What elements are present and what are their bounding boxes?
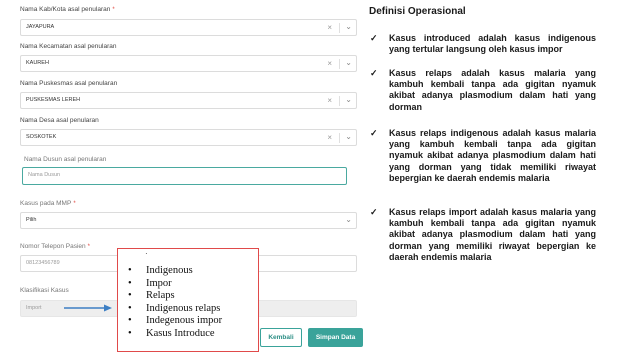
desa-label-text: Nama Desa asal penularan (20, 117, 99, 124)
clear-icon[interactable]: × (327, 23, 332, 32)
option-label: Indigenous (146, 265, 193, 276)
dusun-label: Nama Dusun asal penularan (24, 156, 106, 163)
definition-text: Kasus relaps import adalah kasus malaria… (389, 207, 596, 262)
select-separator (339, 23, 340, 33)
option-label: Indigenous relaps (146, 302, 221, 314)
bullet-icon: • (128, 277, 132, 289)
checkmark-icon: ✓ (370, 128, 378, 138)
phone-placeholder: 08123456789 (26, 260, 60, 266)
kecamatan-label: Nama Kecamatan asal penularan (20, 43, 116, 50)
checkmark-icon: ✓ (370, 207, 378, 217)
puskesmas-select[interactable]: PUSKESMAS LEREH × ⌄ (20, 92, 357, 109)
klasifikasi-label-text: Klasifikasi Kasus (20, 287, 69, 294)
select-separator (339, 59, 340, 69)
required-mark: * (87, 244, 90, 250)
desa-label: Nama Desa asal penularan (20, 117, 99, 124)
klasifikasi-label: Klasifikasi Kasus (20, 287, 69, 294)
chevron-down-icon[interactable]: ⌄ (345, 94, 352, 106)
option-item[interactable]: • Kasus Introduce (128, 328, 222, 341)
option-label: Indegenous impor (146, 315, 223, 326)
dusun-placeholder: Nama Dusun (28, 172, 61, 178)
chevron-down-icon[interactable]: ⌄ (345, 131, 352, 143)
classification-options-list: • Indigenous • Impor • Relaps • Indigenous r… (128, 265, 222, 340)
definition-text: Kasus introduced adalah kasus indigenous… (389, 33, 596, 55)
popup-top-mark: · (145, 249, 148, 258)
bullet-icon: • (128, 265, 132, 276)
option-item[interactable]: • Indigenous relaps (128, 303, 222, 316)
option-item[interactable]: • Relaps (128, 290, 222, 303)
bullet-icon: • (128, 327, 132, 339)
kecamatan-select[interactable]: KAUREH × ⌄ (20, 55, 357, 72)
puskesmas-value: PUSKESMAS LEREH (26, 97, 81, 103)
required-mark: * (73, 201, 76, 207)
puskesmas-label: Nama Puskesmas asal penularan (20, 80, 117, 87)
definitions-title: Definisi Operasional (369, 6, 466, 17)
chevron-down-icon[interactable]: ⌄ (345, 21, 352, 33)
required-mark: * (112, 7, 115, 13)
mmp-label-text: Kasus pada MMP (20, 200, 72, 207)
clear-icon[interactable]: × (327, 96, 332, 105)
chevron-down-icon[interactable]: ⌄ (345, 57, 352, 69)
option-label: Kasus Introduce (146, 327, 215, 339)
save-button[interactable]: Simpan Data (308, 328, 363, 347)
kabkota-label-text: Nama Kab/Kota asal penularan (20, 6, 111, 13)
puskesmas-label-text: Nama Puskesmas asal penularan (20, 80, 118, 87)
arrow-right-icon (64, 304, 112, 312)
bullet-icon: • (128, 302, 132, 314)
classification-options-popup: · • Indigenous • Impor • Relaps • Indigenous… (117, 248, 259, 352)
mmp-value: Pilih (26, 217, 37, 223)
kecamatan-value: KAUREH (26, 60, 49, 66)
option-item[interactable]: • Indigenous (128, 265, 222, 278)
definition-text: Kasus relaps indigenous adalah kasus mal… (389, 128, 596, 183)
checkmark-icon: ✓ (370, 68, 378, 78)
clear-icon[interactable]: × (327, 59, 332, 68)
checkmark-icon: ✓ (370, 33, 378, 43)
bullet-icon: • (128, 290, 132, 301)
option-item[interactable]: • Impor (128, 278, 222, 291)
back-button[interactable]: Kembali (260, 328, 302, 347)
kabkota-label: Nama Kab/Kota asal penularan * (20, 6, 115, 13)
desa-select[interactable]: SOSKOTEK × ⌄ (20, 129, 357, 146)
select-separator (339, 133, 340, 143)
dusun-label-text: Nama Dusun asal penularan (24, 156, 107, 163)
mmp-label: Kasus pada MMP * (20, 200, 76, 207)
select-separator (339, 96, 340, 106)
phone-label-text: Nomor Telepon Pasien (20, 243, 86, 250)
bullet-icon: • (128, 315, 132, 326)
klasifikasi-value: Import (26, 305, 42, 311)
option-item[interactable]: • Indegenous impor (128, 315, 222, 328)
dusun-input[interactable]: Nama Dusun (22, 167, 347, 185)
desa-value: SOSKOTEK (26, 134, 57, 140)
kabkota-value: JAYAPURA (26, 24, 55, 30)
definition-text: Kasus relaps adalah kasus malaria yang k… (389, 68, 596, 112)
definitions-panel: Definisi Operasional ✓ Kasus introduced … (362, 0, 638, 359)
kecamatan-label-text: Nama Kecamatan asal penularan (20, 43, 117, 50)
kabkota-select[interactable]: JAYAPURA × ⌄ (20, 19, 357, 36)
option-label: Relaps (146, 290, 175, 301)
phone-label: Nomor Telepon Pasien * (20, 243, 90, 250)
clear-icon[interactable]: × (327, 133, 332, 142)
mmp-select[interactable]: Pilih ⌄ (20, 212, 357, 229)
chevron-down-icon[interactable]: ⌄ (345, 214, 352, 226)
option-label: Impor (146, 277, 172, 289)
